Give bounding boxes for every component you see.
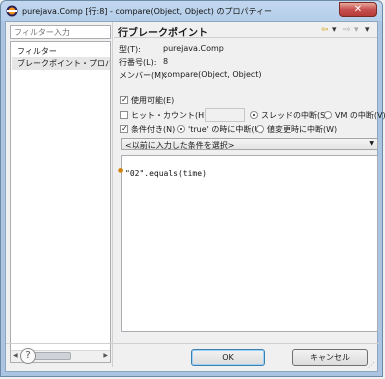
hit-count-label[interactable]: ヒット・カウント(H): [131, 110, 210, 121]
eclipse-app-icon [6, 5, 18, 17]
condition-history-value: <以前に入力した条件を選択> [125, 141, 235, 150]
hit-count-checkbox[interactable] [120, 111, 128, 119]
conditional-label[interactable]: 条件付き(N) [131, 124, 175, 135]
type-value: purejava.Comp [163, 44, 224, 53]
condition-editor[interactable]: ● "02".equals(time) [118, 155, 378, 332]
tree-item-filter[interactable]: フィルター [17, 46, 57, 57]
suspend-when-changed-label[interactable]: 値変更時に中断(W) [267, 124, 337, 135]
suspend-vm-label[interactable]: VM の中断(V) [335, 110, 385, 121]
chevron-down-icon: ▼ [369, 140, 374, 147]
suspend-when-true-label[interactable]: 'true' の時に中断(U) [188, 124, 263, 135]
properties-dialog: purejava.Comp [行:8] - compare(Object, Ob… [0, 0, 385, 377]
suspend-vm-radio[interactable] [324, 111, 332, 119]
conditional-checkbox[interactable]: ✓ [120, 125, 128, 133]
line-number-value: 8 [163, 57, 169, 66]
help-icon: ? [25, 350, 31, 361]
type-label: 型(T): [119, 45, 141, 54]
help-button[interactable]: ? [20, 348, 36, 364]
line-number-label: 行番号(L): [119, 58, 157, 67]
enabled-checkbox[interactable]: ✓ [120, 96, 128, 104]
suspend-when-changed-radio[interactable] [256, 125, 264, 133]
title-bar[interactable]: purejava.Comp [行:8] - compare(Object, Ob… [1, 1, 382, 21]
forward-menu-icon[interactable]: ▾ [354, 25, 359, 35]
page-navigation: ⇦ ▾ ⇨ ▾ ▾ [321, 25, 375, 37]
suspend-thread-label[interactable]: スレッドの中断(S) [261, 110, 328, 121]
close-icon: ✕ [353, 4, 363, 15]
enabled-label[interactable]: 使用可能(E) [131, 95, 174, 106]
scroll-right-icon[interactable]: ▶ [103, 352, 108, 359]
pane-sash[interactable] [112, 22, 113, 367]
page-tree[interactable]: フィルター ブレークポイント・プロパティ ◀ ▶ [10, 41, 111, 363]
forward-arrow-icon[interactable]: ⇨ [343, 25, 351, 35]
member-label: メンバー(M): [119, 71, 167, 80]
condition-code: "02".equals(time) [125, 169, 207, 178]
dialog-client: フィルター ブレークポイント・プロパティ ◀ ▶ 行ブレークポイント ⇦ ▾ ⇨… [5, 21, 385, 372]
ok-button[interactable]: OK [191, 349, 265, 366]
content-assist-marker-icon: ● [118, 167, 124, 174]
back-menu-icon[interactable]: ▾ [332, 25, 337, 35]
member-value: compare(Object, Object) [163, 70, 262, 79]
window-title: purejava.Comp [行:8] - compare(Object, Ob… [22, 7, 272, 16]
filter-input[interactable] [10, 25, 111, 39]
cancel-button[interactable]: キャンセル [292, 349, 368, 366]
close-button[interactable]: ✕ [339, 2, 377, 17]
resize-grip-icon[interactable]: ⋰ [368, 361, 375, 369]
title-separator [114, 37, 377, 38]
back-arrow-icon[interactable]: ⇦ [321, 25, 329, 35]
suspend-thread-radio[interactable] [250, 111, 258, 119]
button-bar-separator [6, 343, 379, 344]
suspend-when-true-radio[interactable] [177, 125, 185, 133]
scroll-left-icon[interactable]: ◀ [13, 352, 18, 359]
hit-count-input[interactable] [205, 108, 245, 122]
view-menu-icon[interactable]: ▾ [365, 25, 370, 35]
tree-item-breakpoint-properties[interactable]: ブレークポイント・プロパティ [12, 57, 110, 70]
condition-history-select[interactable]: <以前に入力した条件を選択> ▼ [121, 138, 378, 150]
